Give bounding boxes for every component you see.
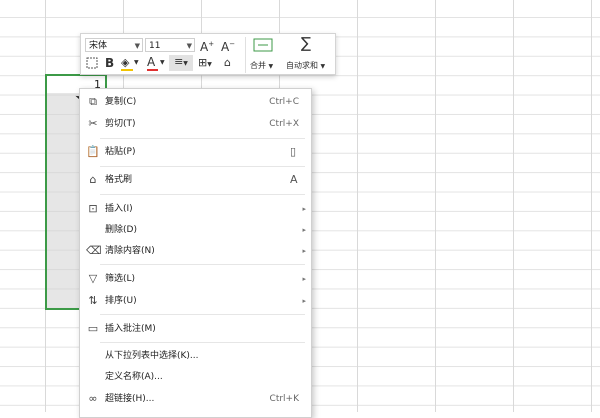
- menu-item-hyperlink[interactable]: ∞ 超链接(H)... Ctrl+K: [80, 389, 311, 409]
- sigma-icon: ∑: [301, 34, 312, 52]
- submenu-arrow-icon: ▸: [302, 247, 306, 255]
- brush-icon: ⌂: [224, 56, 231, 69]
- menu-item-pick-from-list[interactable]: 从下拉列表中选择(K)...: [80, 346, 311, 366]
- fill-color-swatch: [121, 69, 133, 71]
- brush-icon: ⌂: [89, 173, 97, 186]
- toolbar-divider: [245, 37, 246, 73]
- format-painter-button[interactable]: ⌂: [224, 56, 231, 70]
- context-menu: ⧉ 复制(C) Ctrl+C ✂ 剪切(T) Ctrl+X 📋 粘贴(P) ▯ …: [79, 88, 312, 418]
- increase-font-icon: A: [200, 40, 209, 54]
- menu-item-clear-contents[interactable]: ⌫ 清除内容(N) ▸: [80, 241, 311, 261]
- menu-item-delete[interactable]: 删除(D) ▸: [80, 220, 311, 240]
- bold-button[interactable]: B: [105, 56, 114, 70]
- decrease-font-icon: A: [221, 40, 230, 54]
- copy-icon: ⧉: [89, 95, 97, 108]
- submenu-arrow-icon: ▸: [302, 226, 306, 234]
- increase-font-button[interactable]: A+: [200, 37, 214, 54]
- insert-cells-icon: ⊡: [88, 202, 98, 215]
- autosum-label[interactable]: 自动求和 ▼: [286, 60, 325, 71]
- merge-label[interactable]: 合并 ▼: [250, 60, 273, 71]
- format-painter-side-icon: A: [290, 173, 298, 186]
- submenu-arrow-icon: ▸: [302, 275, 306, 283]
- comment-icon: ▭: [87, 322, 99, 335]
- font-size-select[interactable]: 11 ▼: [145, 38, 195, 52]
- menu-item-format-painter[interactable]: ⌂ 格式刷 A: [80, 170, 311, 190]
- decrease-font-button[interactable]: A−: [221, 37, 235, 54]
- paste-icon: 📋: [86, 145, 100, 158]
- menu-item-cut[interactable]: ✂ 剪切(T) Ctrl+X: [80, 114, 311, 134]
- menu-item-insert-comment[interactable]: ▭ 插入批注(M): [80, 319, 311, 339]
- paint-bucket-icon: ◈: [121, 56, 130, 69]
- menu-item-define-name[interactable]: 定义名称(A)...: [80, 367, 311, 387]
- merge-button[interactable]: [253, 38, 273, 56]
- menu-item-paste[interactable]: 📋 粘贴(P) ▯: [80, 142, 311, 162]
- font-color-button[interactable]: A: [147, 55, 158, 71]
- font-size-value: 11: [149, 41, 161, 51]
- mini-toolbar: 宋体 ▼ 11 ▼ A+ A− B ◈ ▼ A ▼ ≡▼ ⊞▼ ⌂ 合并 ▼ ∑…: [80, 33, 336, 75]
- format-cells-button[interactable]: [86, 57, 98, 73]
- align-center-icon: ≡: [174, 55, 184, 68]
- submenu-arrow-icon: ▸: [302, 205, 306, 213]
- menu-divider: [100, 314, 305, 315]
- submenu-arrow-icon: ▸: [302, 297, 306, 305]
- eraser-icon: ⌫: [86, 244, 102, 257]
- chevron-down-icon[interactable]: ▼: [134, 56, 139, 70]
- borders-icon: ⊞: [198, 56, 208, 69]
- format-cells-icon: [86, 57, 98, 69]
- fill-color-button[interactable]: ◈: [121, 56, 133, 71]
- menu-divider: [100, 264, 305, 265]
- font-color-icon: A: [147, 55, 156, 69]
- merge-cells-icon: [253, 38, 273, 52]
- align-center-button[interactable]: ≡▼: [169, 55, 193, 71]
- link-icon: ∞: [88, 392, 98, 405]
- menu-item-copy[interactable]: ⧉ 复制(C) Ctrl+C: [80, 92, 311, 112]
- font-color-swatch: [147, 69, 158, 71]
- menu-divider: [100, 138, 305, 139]
- sort-icon: ⇅: [88, 294, 98, 307]
- font-name-value: 宋体: [89, 41, 108, 51]
- menu-item-sort[interactable]: ⇅ 排序(U) ▸: [80, 291, 311, 311]
- menu-divider: [100, 342, 305, 343]
- scissors-icon: ✂: [88, 117, 98, 130]
- paste-options-icon[interactable]: ▯: [290, 145, 302, 159]
- menu-item-filter[interactable]: ▽ 筛选(L) ▸: [80, 269, 311, 289]
- autosum-button[interactable]: ∑: [301, 34, 312, 52]
- menu-divider: [100, 166, 305, 167]
- chevron-down-icon[interactable]: ▼: [160, 56, 165, 70]
- chevron-down-icon: ▼: [134, 42, 140, 50]
- filter-icon: ▽: [88, 272, 98, 285]
- menu-divider: [100, 194, 305, 195]
- chevron-down-icon: ▼: [186, 42, 192, 50]
- menu-item-insert[interactable]: ⊡ 插入(I) ▸: [80, 199, 311, 219]
- borders-button[interactable]: ⊞▼: [198, 56, 212, 72]
- font-name-select[interactable]: 宋体 ▼: [85, 38, 143, 52]
